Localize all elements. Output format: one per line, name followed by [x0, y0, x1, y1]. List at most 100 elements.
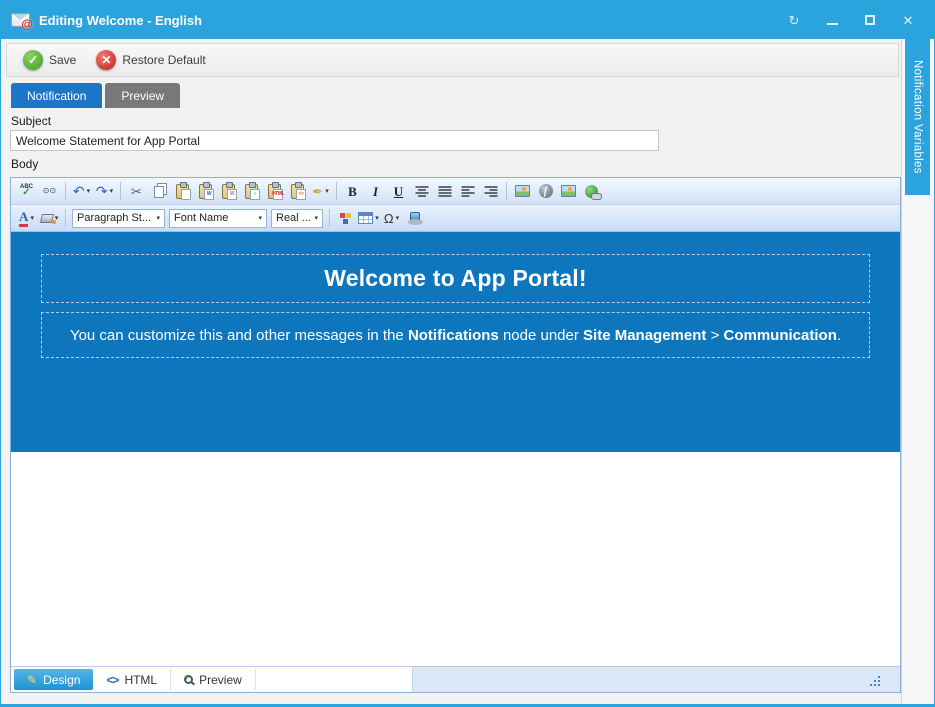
preview-mode-label: Preview: [199, 673, 242, 687]
design-mode-tab[interactable]: ✎ Design: [14, 669, 93, 690]
banner-paragraph-box[interactable]: You can customize this and other message…: [41, 312, 870, 358]
paste-from-word-icon-badge: W: [204, 189, 214, 200]
find-and-replace-icon-glyph: ⊙⊙: [43, 187, 56, 195]
window-title: Editing Welcome - English: [39, 13, 202, 28]
toolbar-separator: [65, 182, 66, 200]
insert-table-icon[interactable]: ▾: [358, 208, 379, 229]
body-label: Body: [11, 157, 901, 172]
toolbar-separator: [65, 209, 66, 227]
paragraph-part: Communication: [724, 327, 837, 344]
banner-heading-box[interactable]: Welcome to App Portal!: [41, 254, 870, 303]
editor-canvas[interactable]: Welcome to App Portal! You can customize…: [11, 232, 900, 666]
paste-as-html-icon-glyph: HTML: [268, 184, 281, 199]
paragraph-part: .: [837, 327, 841, 344]
save-label: Save: [49, 53, 76, 67]
undo-icon-glyph: ↶: [73, 184, 85, 198]
banner-heading: Welcome to App Portal!: [324, 265, 587, 292]
html-mode-label: HTML: [124, 673, 157, 687]
format-painter-icon-glyph: ✒: [312, 185, 323, 198]
dropdown-arrow-icon: ▾: [30, 214, 34, 222]
image-manager-icon[interactable]: [512, 181, 533, 202]
save-button[interactable]: ✓ Save: [23, 50, 76, 70]
dropdown-arrow-icon: ▾: [156, 214, 160, 222]
paste-plain-text-icon-badge: ≡: [250, 189, 260, 200]
tab-preview[interactable]: Preview: [105, 83, 180, 108]
dropdown-arrow-icon: ▾: [375, 214, 379, 222]
minimize-icon[interactable]: [824, 14, 840, 27]
html-mode-tab[interactable]: <> HTML: [93, 669, 171, 690]
banner-paragraph: You can customize this and other message…: [70, 327, 841, 344]
align-left-icon[interactable]: [457, 181, 478, 202]
italic-icon-glyph: I: [373, 185, 378, 198]
tab-notification[interactable]: Notification: [11, 83, 102, 108]
insert-snippet-icon-glyph: [410, 212, 420, 222]
paste-icon-glyph: [176, 184, 189, 199]
cut-icon[interactable]: ✂: [126, 181, 147, 202]
font-name-select-glyph: Font Name: [174, 212, 228, 224]
copy-icon-glyph: [154, 186, 164, 198]
refresh-icon[interactable]: ↻: [786, 14, 802, 27]
foreground-color-icon-glyph: A: [19, 210, 28, 227]
undo-icon[interactable]: ↶▾: [71, 181, 92, 202]
apply-css-class-icon[interactable]: [335, 208, 356, 229]
apply-css-class-icon-glyph: [339, 212, 353, 225]
background-color-icon[interactable]: ▾: [39, 208, 60, 229]
align-right-icon-glyph: [484, 185, 498, 198]
save-check-icon: ✓: [23, 50, 43, 70]
paste-from-word-no-styles-icon-glyph: W: [222, 184, 235, 199]
dropdown-arrow-icon: ▾: [325, 187, 329, 195]
copy-icon[interactable]: [149, 181, 170, 202]
paste-from-word-no-styles-icon[interactable]: W: [218, 181, 239, 202]
close-icon[interactable]: ✕: [900, 14, 916, 27]
magnifier-icon: [184, 675, 193, 684]
spellcheck-icon[interactable]: ABC✓: [16, 181, 37, 202]
underline-icon-glyph: U: [394, 185, 403, 198]
hyperlink-manager-icon-glyph: [585, 185, 598, 198]
redo-icon[interactable]: ↷▾: [94, 181, 115, 202]
editor-mode-bar: ✎ Design <> HTML Preview: [11, 666, 900, 692]
find-and-replace-icon[interactable]: ⊙⊙: [39, 181, 60, 202]
image-editor-icon[interactable]: [558, 181, 579, 202]
paste-as-html-icon[interactable]: HTML: [264, 181, 285, 202]
editor: ABC✓⊙⊙↶▾↷▾✂WW≡HTML<>✒▾BIUf A▾▾Paragraph …: [10, 177, 901, 693]
paste-html-icon[interactable]: <>: [287, 181, 308, 202]
toolbar-separator: [336, 182, 337, 200]
underline-icon[interactable]: U: [388, 181, 409, 202]
format-painter-icon[interactable]: ✒▾: [310, 181, 331, 202]
hyperlink-manager-icon[interactable]: [581, 181, 602, 202]
align-justify-icon-glyph: [438, 185, 452, 198]
preview-mode-tab[interactable]: Preview: [171, 669, 256, 690]
italic-icon[interactable]: I: [365, 181, 386, 202]
dropdown-arrow-icon: ▾: [87, 187, 91, 195]
editor-toolbar-row2: A▾▾Paragraph St...▾Font Name▾Real ...▾▾Ω…: [11, 205, 900, 232]
paste-icon[interactable]: [172, 181, 193, 202]
spellcheck-icon-bottom: ✓: [22, 188, 30, 198]
maximize-icon[interactable]: [862, 14, 878, 27]
paste-plain-text-icon-glyph: ≡: [245, 184, 258, 199]
content-column: ✓ Save ✕ Restore Default Notification Pr…: [1, 39, 901, 704]
paragraph-part: >: [706, 327, 723, 344]
align-justify-icon[interactable]: [434, 181, 455, 202]
align-left-icon-glyph: [461, 185, 475, 198]
toolbar-separator: [329, 209, 330, 227]
notification-variables-tab[interactable]: Notification Variables: [905, 39, 930, 195]
subject-input[interactable]: [10, 130, 659, 151]
paragraph-style-select[interactable]: Paragraph St...▾: [72, 209, 165, 228]
restore-default-button[interactable]: ✕ Restore Default: [96, 50, 205, 70]
minimize-glyph: [827, 23, 838, 25]
align-right-icon[interactable]: [480, 181, 501, 202]
font-name-select[interactable]: Font Name▾: [169, 209, 267, 228]
paragraph-part: Notifications: [408, 327, 499, 344]
insert-symbol-icon[interactable]: Ω▾: [381, 208, 402, 229]
font-size-select-glyph: Real ...: [276, 212, 311, 224]
foreground-color-icon[interactable]: A▾: [16, 208, 37, 229]
bold-icon[interactable]: B: [342, 181, 363, 202]
resize-grip[interactable]: [870, 676, 880, 686]
paste-from-word-icon[interactable]: W: [195, 181, 216, 202]
paste-plain-text-icon[interactable]: ≡: [241, 181, 262, 202]
app-toolbar: ✓ Save ✕ Restore Default: [6, 43, 899, 77]
insert-snippet-icon[interactable]: [404, 208, 425, 229]
flash-manager-icon[interactable]: f: [535, 181, 556, 202]
align-center-icon[interactable]: [411, 181, 432, 202]
font-size-select[interactable]: Real ...▾: [271, 209, 323, 228]
